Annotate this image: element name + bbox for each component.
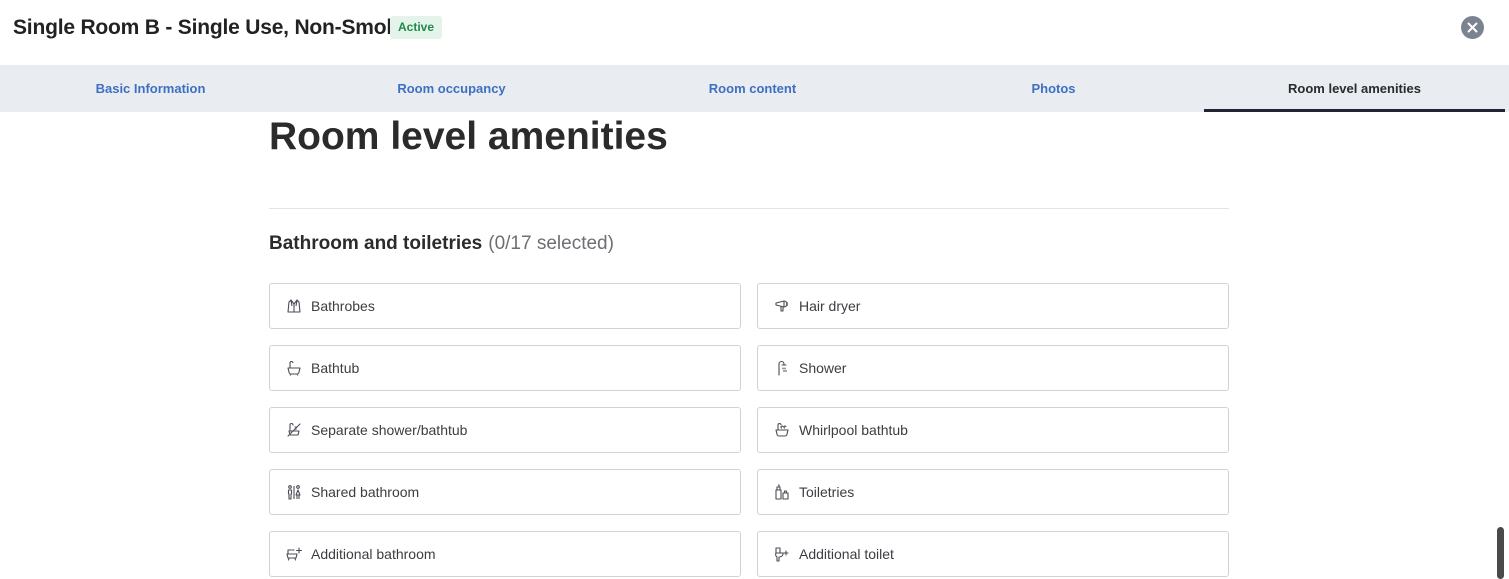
scrollbar-thumb[interactable] bbox=[1497, 527, 1504, 579]
close-icon bbox=[1467, 22, 1478, 33]
tab-bar: Basic Information Room occupancy Room co… bbox=[0, 65, 1509, 112]
divider bbox=[269, 208, 1229, 209]
shower-icon bbox=[778, 360, 787, 376]
tab-room-occupancy[interactable]: Room occupancy bbox=[301, 65, 602, 112]
tab-photos[interactable]: Photos bbox=[903, 65, 1204, 112]
amenity-label: Hair dryer bbox=[799, 298, 861, 314]
amenity-label: Shared bathroom bbox=[311, 484, 420, 500]
amenity-label: Additional bathroom bbox=[311, 546, 436, 562]
close-button[interactable] bbox=[1461, 16, 1484, 39]
toiletries-icon bbox=[775, 484, 789, 500]
amenity-shower[interactable]: Shower bbox=[757, 345, 1229, 391]
amenity-separate-shower-bathtub[interactable]: Separate shower/bathtub bbox=[269, 407, 741, 453]
tab-room-level-amenities[interactable]: Room level amenities bbox=[1204, 65, 1505, 112]
separate-shower-bathtub-icon bbox=[287, 423, 301, 437]
amenity-label: Bathrobes bbox=[311, 298, 375, 314]
section-count: (0/17 selected) bbox=[488, 233, 614, 254]
status-badge: Active bbox=[390, 16, 443, 39]
room-title: Single Room B - Single Use, Non-Smoking bbox=[13, 16, 429, 39]
amenity-additional-toilet[interactable]: Additional toilet bbox=[757, 531, 1229, 577]
modal-header: Single Room B - Single Use, Non-Smoking … bbox=[0, 0, 1509, 65]
whirlpool-bathtub-icon bbox=[775, 423, 789, 437]
section-heading: Bathroom and toiletries (0/17 selected) bbox=[269, 233, 614, 255]
amenity-shared-bathroom[interactable]: Shared bathroom bbox=[269, 469, 741, 515]
amenity-bathrobes[interactable]: Bathrobes bbox=[269, 283, 741, 329]
bathtub-icon bbox=[287, 361, 301, 376]
amenity-hair-dryer[interactable]: Hair dryer bbox=[757, 283, 1229, 329]
amenity-label: Toiletries bbox=[799, 484, 855, 500]
amenity-label: Shower bbox=[799, 360, 847, 376]
tab-room-content[interactable]: Room content bbox=[602, 65, 903, 112]
amenity-label: Additional toilet bbox=[799, 546, 894, 562]
tab-basic-information[interactable]: Basic Information bbox=[0, 65, 301, 112]
amenity-label: Bathtub bbox=[311, 360, 360, 376]
additional-bathroom-icon bbox=[286, 547, 302, 561]
amenity-toiletries[interactable]: Toiletries bbox=[757, 469, 1229, 515]
amenity-additional-bathroom[interactable]: Additional bathroom bbox=[269, 531, 741, 577]
amenity-whirlpool-bathtub[interactable]: Whirlpool bathtub bbox=[757, 407, 1229, 453]
section-title: Bathroom and toiletries bbox=[269, 233, 483, 254]
page-title: Room level amenities bbox=[269, 115, 668, 158]
amenity-bathtub[interactable]: Bathtub bbox=[269, 345, 741, 391]
scrollbar-track[interactable] bbox=[1496, 112, 1509, 579]
amenity-label: Separate shower/bathtub bbox=[311, 422, 468, 438]
amenity-label: Whirlpool bathtub bbox=[799, 422, 908, 438]
shared-bathroom-icon bbox=[287, 485, 301, 500]
hair-dryer-icon bbox=[775, 300, 788, 312]
bathrobe-icon bbox=[287, 299, 301, 313]
additional-toilet-icon bbox=[775, 547, 789, 562]
